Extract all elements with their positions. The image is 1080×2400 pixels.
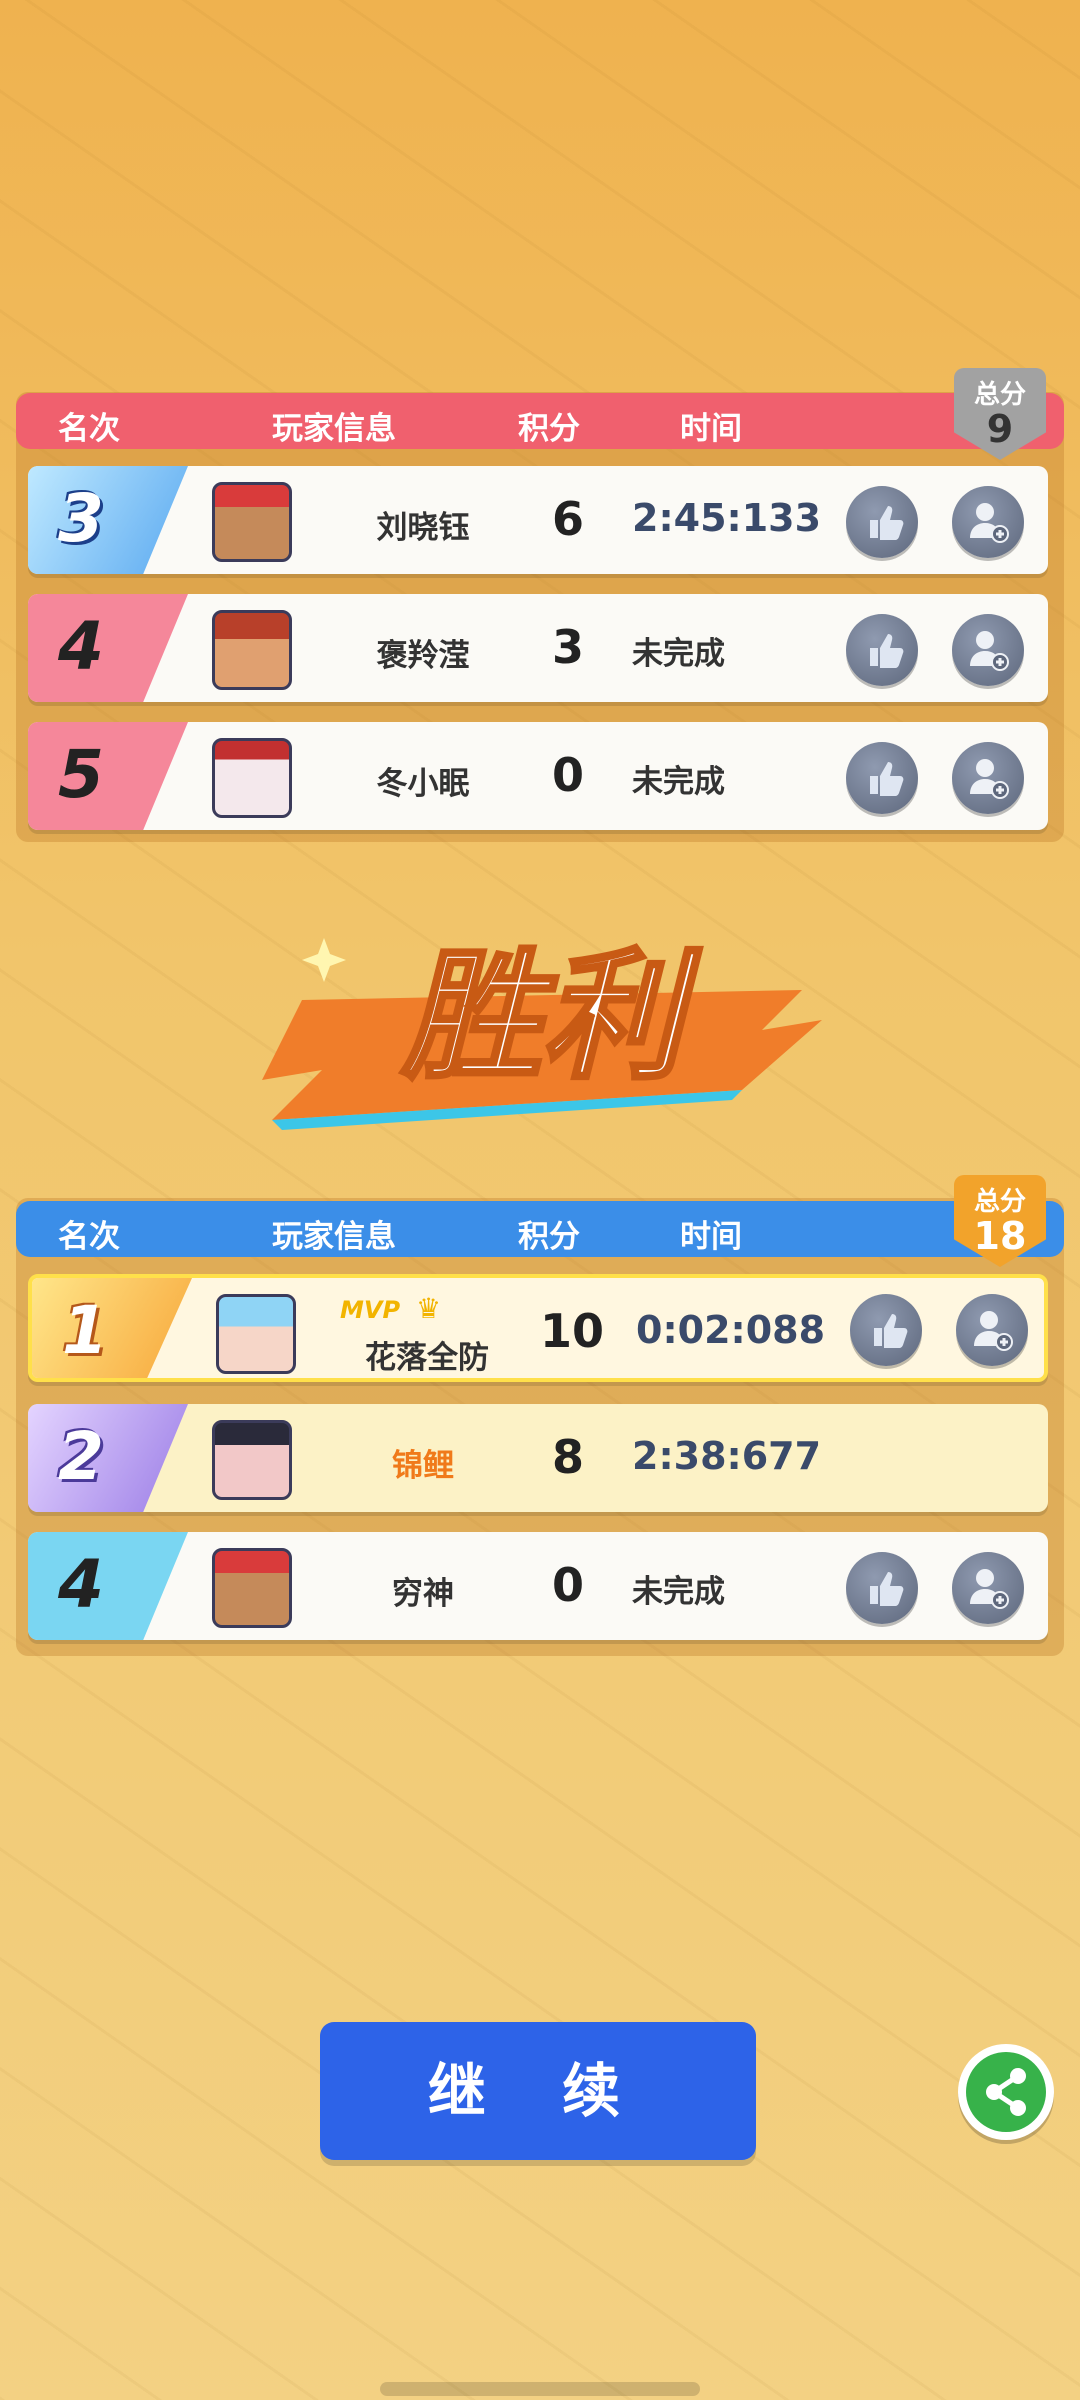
mvp-label: MVP	[340, 1296, 401, 1324]
avatar[interactable]	[212, 1548, 292, 1628]
rank-medal	[28, 466, 188, 574]
rank-number: 4	[58, 1546, 104, 1623]
player-score: 0	[551, 748, 584, 802]
victory-graphic: 胜利	[262, 934, 822, 1130]
add-friend-icon	[970, 631, 1009, 671]
player-row: 4 穷神 0 未完成	[28, 1532, 1048, 1640]
add-friend-button[interactable]	[952, 1552, 1024, 1624]
rank-bg	[28, 722, 188, 830]
total-label: 总分	[973, 1187, 1026, 1217]
add-friend-button[interactable]	[952, 742, 1024, 814]
avatar[interactable]	[212, 482, 292, 562]
player-row-self: 2 锦鲤 8 2:38:677	[28, 1404, 1048, 1512]
crown-icon: ♛	[416, 1292, 442, 1325]
rank-number: 3	[58, 480, 104, 557]
rank-number: 4	[58, 608, 104, 685]
thumbs-up-icon	[870, 1572, 904, 1606]
share-icon	[986, 2068, 1026, 2116]
player-time: 0:02:088	[636, 1308, 826, 1352]
player-row-mvp: 1 MVP ♛ 花落全防 10 0:02:088	[28, 1274, 1048, 1382]
player-row: 3 刘晓钰 6 2:45:133	[28, 466, 1048, 574]
add-friend-button[interactable]	[952, 614, 1024, 686]
add-friend-button[interactable]	[956, 1294, 1028, 1366]
player-row: 4 褒羚滢 3 未完成	[28, 594, 1048, 702]
player-time: 未完成	[632, 636, 725, 672]
victory-banner: 胜利	[262, 920, 822, 1140]
total-label: 总分	[973, 380, 1026, 410]
like-button[interactable]	[846, 614, 918, 686]
thumbs-up-icon	[870, 634, 904, 668]
player-name: 花落全防	[365, 1340, 489, 1376]
header-player: 玩家信息	[272, 411, 396, 447]
add-friend-icon	[974, 1311, 1013, 1351]
header-score: 积分	[518, 411, 580, 447]
header-rank: 名次	[58, 1219, 120, 1255]
header-time: 时间	[680, 1219, 742, 1255]
rank-medal	[32, 1278, 192, 1378]
avatar[interactable]	[212, 610, 292, 690]
player-time: 未完成	[632, 764, 725, 800]
header-score: 积分	[518, 1219, 580, 1255]
player-name: 刘晓钰	[376, 510, 470, 546]
avatar[interactable]	[216, 1294, 296, 1374]
player-score: 3	[551, 620, 584, 674]
rank-number: 1	[62, 1292, 108, 1369]
add-friend-button[interactable]	[952, 486, 1024, 558]
add-friend-icon	[970, 503, 1009, 543]
player-time: 未完成	[632, 1574, 725, 1610]
add-friend-icon	[970, 1569, 1009, 1609]
like-button[interactable]	[850, 1294, 922, 1366]
red-team-header: 名次 玩家信息 积分 时间	[16, 393, 1064, 449]
header-time: 时间	[680, 411, 742, 447]
player-time: 2:38:677	[632, 1434, 822, 1478]
add-friend-icon	[970, 759, 1009, 799]
player-score: 10	[539, 1304, 604, 1358]
player-score: 0	[551, 1558, 584, 1612]
victory-text: 胜利	[400, 936, 702, 1099]
avatar[interactable]	[212, 738, 292, 818]
like-button[interactable]	[846, 1552, 918, 1624]
rank-bg	[28, 594, 188, 702]
rank-number: 5	[58, 736, 104, 813]
player-name: 褒羚滢	[376, 638, 470, 674]
like-button[interactable]	[846, 742, 918, 814]
share-button-bg	[966, 2052, 1046, 2132]
player-score: 8	[551, 1430, 584, 1484]
rank-medal	[28, 1404, 188, 1512]
header-rank: 名次	[58, 411, 120, 447]
home-indicator	[380, 2382, 700, 2396]
thumbs-up-icon	[870, 506, 904, 540]
share-button[interactable]	[958, 2044, 1054, 2140]
header-player: 玩家信息	[272, 1219, 396, 1255]
player-score: 6	[551, 492, 584, 546]
like-button[interactable]	[846, 486, 918, 558]
player-name: 冬小眠	[376, 766, 470, 802]
player-name: 锦鲤	[392, 1448, 454, 1484]
rank-bg	[28, 1532, 188, 1640]
blue-team-header: 名次 玩家信息 积分 时间	[16, 1201, 1064, 1257]
thumbs-up-icon	[874, 1314, 908, 1348]
rank-number: 2	[58, 1418, 104, 1495]
avatar[interactable]	[212, 1420, 292, 1500]
thumbs-up-icon	[870, 762, 904, 796]
player-name: 穷神	[392, 1576, 454, 1612]
continue-button[interactable]: 继 续	[320, 2022, 756, 2160]
player-row: 5 冬小眠 0 未完成	[28, 722, 1048, 830]
player-time: 2:45:133	[632, 496, 822, 540]
